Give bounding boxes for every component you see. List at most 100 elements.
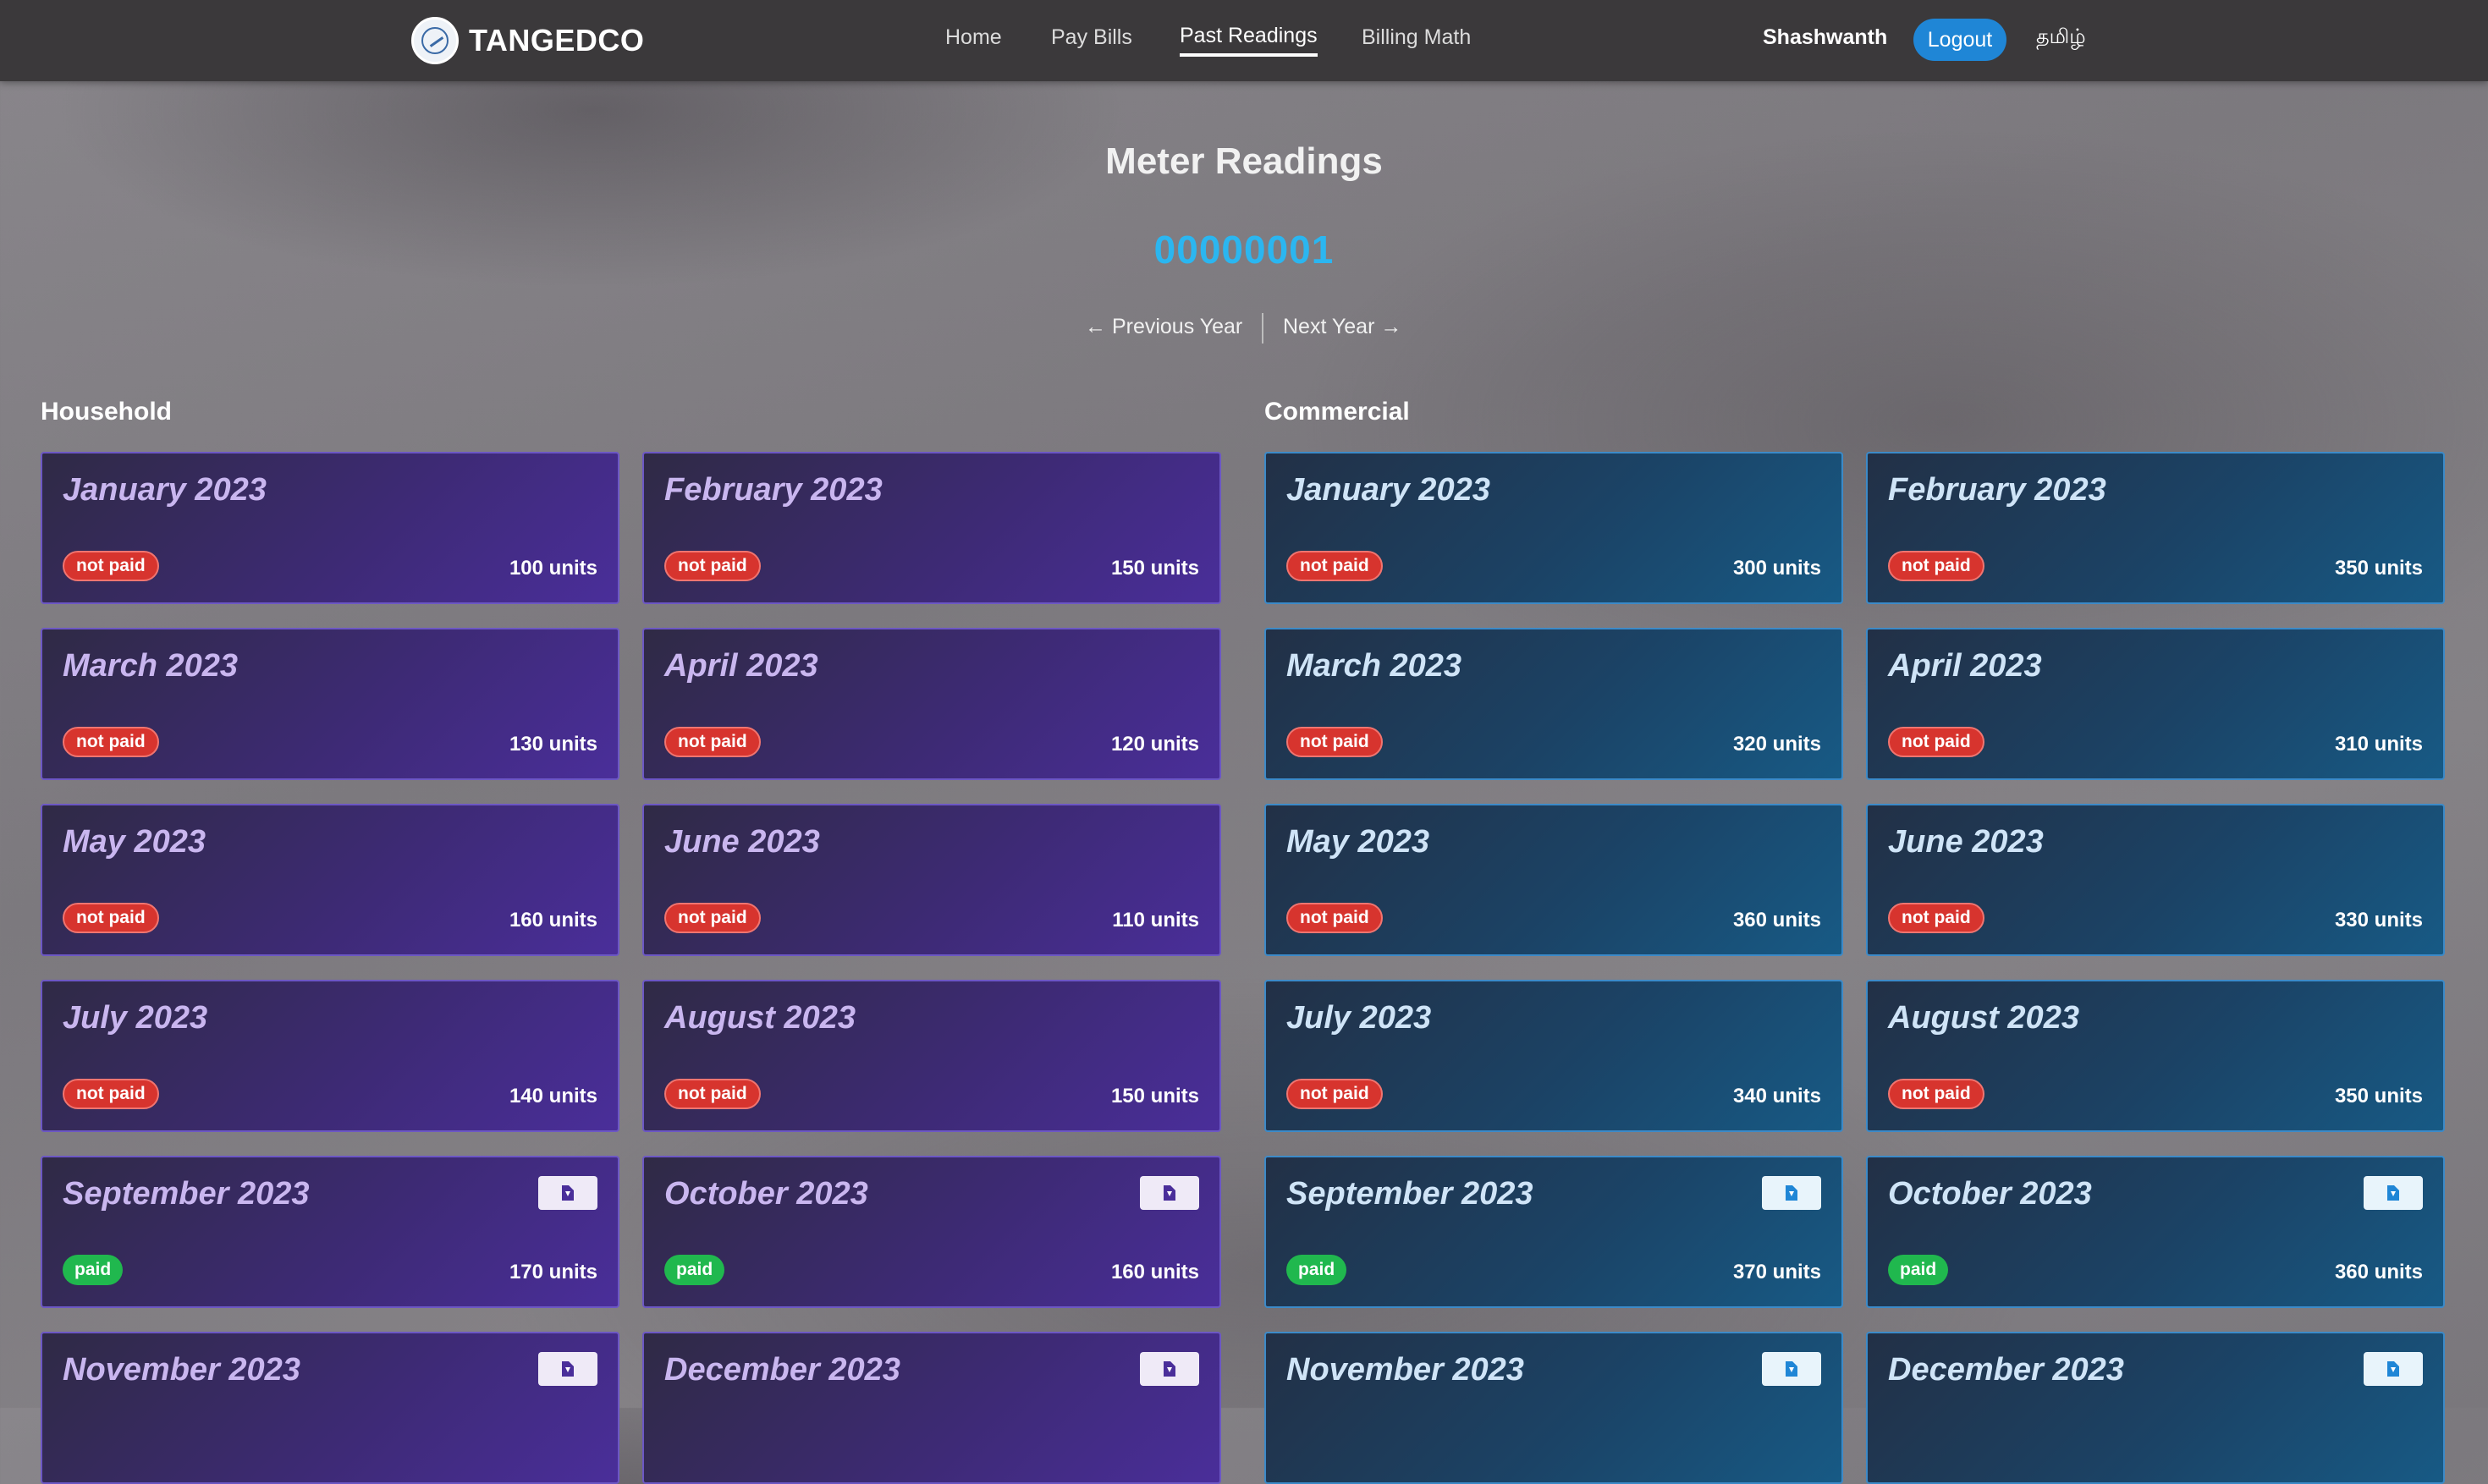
download-bill-button[interactable] bbox=[2364, 1352, 2423, 1386]
status-badge: paid bbox=[664, 1255, 725, 1285]
status-badge: paid bbox=[1286, 1255, 1347, 1285]
household-reading-card[interactable]: February 2023 not paid 150 units bbox=[642, 452, 1221, 604]
file-download-icon bbox=[1164, 1361, 1175, 1377]
card-month: August 2023 bbox=[1888, 1000, 2079, 1036]
brand[interactable]: TANGEDCO bbox=[411, 14, 644, 67]
commercial-reading-card[interactable]: March 2023 not paid 320 units bbox=[1264, 628, 1843, 780]
file-download-icon bbox=[2387, 1361, 2399, 1377]
status-badge: not paid bbox=[63, 551, 159, 581]
card-month: April 2023 bbox=[664, 648, 818, 684]
card-month: November 2023 bbox=[63, 1352, 300, 1388]
download-bill-button[interactable] bbox=[2364, 1176, 2423, 1210]
tangedco-logo-icon bbox=[411, 17, 459, 64]
card-month: September 2023 bbox=[63, 1176, 310, 1212]
units-value: 360 units bbox=[2334, 1261, 2423, 1283]
units-value: 110 units bbox=[1112, 909, 1199, 932]
card-month: March 2023 bbox=[1286, 648, 1462, 684]
card-month: November 2023 bbox=[1286, 1352, 1524, 1388]
card-month: February 2023 bbox=[664, 472, 883, 508]
nav-link-past-readings[interactable]: Past Readings bbox=[1180, 24, 1318, 57]
units-value: 340 units bbox=[1732, 1085, 1821, 1108]
household-reading-card[interactable]: October 2023 paid 160 units bbox=[642, 1156, 1221, 1308]
navbar: TANGEDCO Home Pay Bills Past Readings Bi… bbox=[0, 0, 2488, 81]
units-value: 150 units bbox=[1110, 557, 1199, 580]
units-value: 130 units bbox=[509, 733, 597, 756]
status-badge: not paid bbox=[1286, 1079, 1383, 1109]
household-reading-card[interactable]: December 2023 bbox=[642, 1332, 1221, 1484]
card-month: August 2023 bbox=[664, 1000, 856, 1036]
card-month: September 2023 bbox=[1286, 1176, 1533, 1212]
status-badge: not paid bbox=[1888, 727, 1984, 757]
card-month: January 2023 bbox=[1286, 472, 1490, 508]
download-bill-button[interactable] bbox=[538, 1352, 597, 1386]
file-download-icon bbox=[1164, 1185, 1175, 1201]
household-reading-card[interactable]: September 2023 paid 170 units bbox=[41, 1156, 619, 1308]
status-badge: paid bbox=[1888, 1255, 1949, 1285]
units-value: 320 units bbox=[1732, 733, 1821, 756]
nav-link-pay-bills[interactable]: Pay Bills bbox=[1051, 25, 1132, 50]
previous-year-link[interactable]: ← Previous Year bbox=[1085, 315, 1242, 339]
household-reading-card[interactable]: January 2023 not paid 100 units bbox=[41, 452, 619, 604]
card-month: May 2023 bbox=[63, 824, 206, 860]
status-badge: not paid bbox=[1888, 551, 1984, 581]
language-toggle[interactable]: தமிழ் bbox=[2036, 25, 2086, 51]
card-month: July 2023 bbox=[63, 1000, 208, 1036]
household-reading-card[interactable]: April 2023 not paid 120 units bbox=[642, 628, 1221, 780]
household-reading-card[interactable]: August 2023 not paid 150 units bbox=[642, 980, 1221, 1132]
units-value: 300 units bbox=[1732, 557, 1821, 580]
card-month: October 2023 bbox=[1888, 1176, 2092, 1212]
card-month: May 2023 bbox=[1286, 824, 1430, 860]
commercial-reading-card[interactable]: July 2023 not paid 340 units bbox=[1264, 980, 1843, 1132]
units-value: 160 units bbox=[509, 909, 597, 932]
status-badge: not paid bbox=[1286, 903, 1383, 933]
commercial-reading-card[interactable]: September 2023 paid 370 units bbox=[1264, 1156, 1843, 1308]
units-value: 160 units bbox=[1110, 1261, 1199, 1283]
commercial-reading-card[interactable]: August 2023 not paid 350 units bbox=[1866, 980, 2445, 1132]
download-bill-button[interactable] bbox=[1140, 1352, 1199, 1386]
logout-button[interactable]: Logout bbox=[1913, 19, 2006, 61]
units-value: 350 units bbox=[2334, 557, 2423, 580]
household-reading-card[interactable]: July 2023 not paid 140 units bbox=[41, 980, 619, 1132]
next-year-link[interactable]: Next Year → bbox=[1283, 315, 1401, 339]
file-download-icon bbox=[1786, 1361, 1797, 1377]
download-bill-button[interactable] bbox=[538, 1176, 597, 1210]
household-reading-card[interactable]: May 2023 not paid 160 units bbox=[41, 804, 619, 956]
file-download-icon bbox=[562, 1185, 574, 1201]
household-section-title: Household bbox=[41, 398, 172, 426]
brand-name: TANGEDCO bbox=[469, 23, 645, 58]
card-month: July 2023 bbox=[1286, 1000, 1432, 1036]
units-value: 120 units bbox=[1110, 733, 1199, 756]
units-value: 370 units bbox=[1732, 1261, 1821, 1283]
card-month: March 2023 bbox=[63, 648, 239, 684]
commercial-reading-card[interactable]: April 2023 not paid 310 units bbox=[1866, 628, 2445, 780]
commercial-reading-card[interactable]: December 2023 bbox=[1866, 1332, 2445, 1484]
units-value: 140 units bbox=[509, 1085, 597, 1108]
household-reading-card[interactable]: June 2023 not paid 110 units bbox=[642, 804, 1221, 956]
download-bill-button[interactable] bbox=[1762, 1352, 1821, 1386]
nav-link-billing-math[interactable]: Billing Math bbox=[1362, 25, 1471, 50]
card-month: June 2023 bbox=[664, 824, 820, 860]
file-download-icon bbox=[1786, 1185, 1797, 1201]
commercial-reading-card[interactable]: February 2023 not paid 350 units bbox=[1866, 452, 2445, 604]
household-reading-card[interactable]: March 2023 not paid 130 units bbox=[41, 628, 619, 780]
file-download-icon bbox=[2387, 1185, 2399, 1201]
units-value: 330 units bbox=[2334, 909, 2423, 932]
commercial-reading-card[interactable]: June 2023 not paid 330 units bbox=[1866, 804, 2445, 956]
household-reading-card[interactable]: November 2023 bbox=[41, 1332, 619, 1484]
commercial-reading-card[interactable]: May 2023 not paid 360 units bbox=[1264, 804, 1843, 956]
page-title: Meter Readings bbox=[1105, 140, 1383, 182]
status-badge: not paid bbox=[664, 903, 761, 933]
commercial-reading-card[interactable]: November 2023 bbox=[1264, 1332, 1843, 1484]
status-badge: not paid bbox=[664, 727, 761, 757]
download-bill-button[interactable] bbox=[1762, 1176, 1821, 1210]
units-value: 100 units bbox=[509, 557, 597, 580]
card-month: December 2023 bbox=[664, 1352, 900, 1388]
status-badge: not paid bbox=[1888, 903, 1984, 933]
commercial-reading-card[interactable]: January 2023 not paid 300 units bbox=[1264, 452, 1843, 604]
commercial-section-title: Commercial bbox=[1264, 398, 1410, 426]
user-name: Shashwanth bbox=[1763, 25, 1888, 49]
nav-link-home[interactable]: Home bbox=[945, 25, 1002, 50]
commercial-reading-card[interactable]: October 2023 paid 360 units bbox=[1866, 1156, 2445, 1308]
download-bill-button[interactable] bbox=[1140, 1176, 1199, 1210]
card-month: January 2023 bbox=[63, 472, 267, 508]
